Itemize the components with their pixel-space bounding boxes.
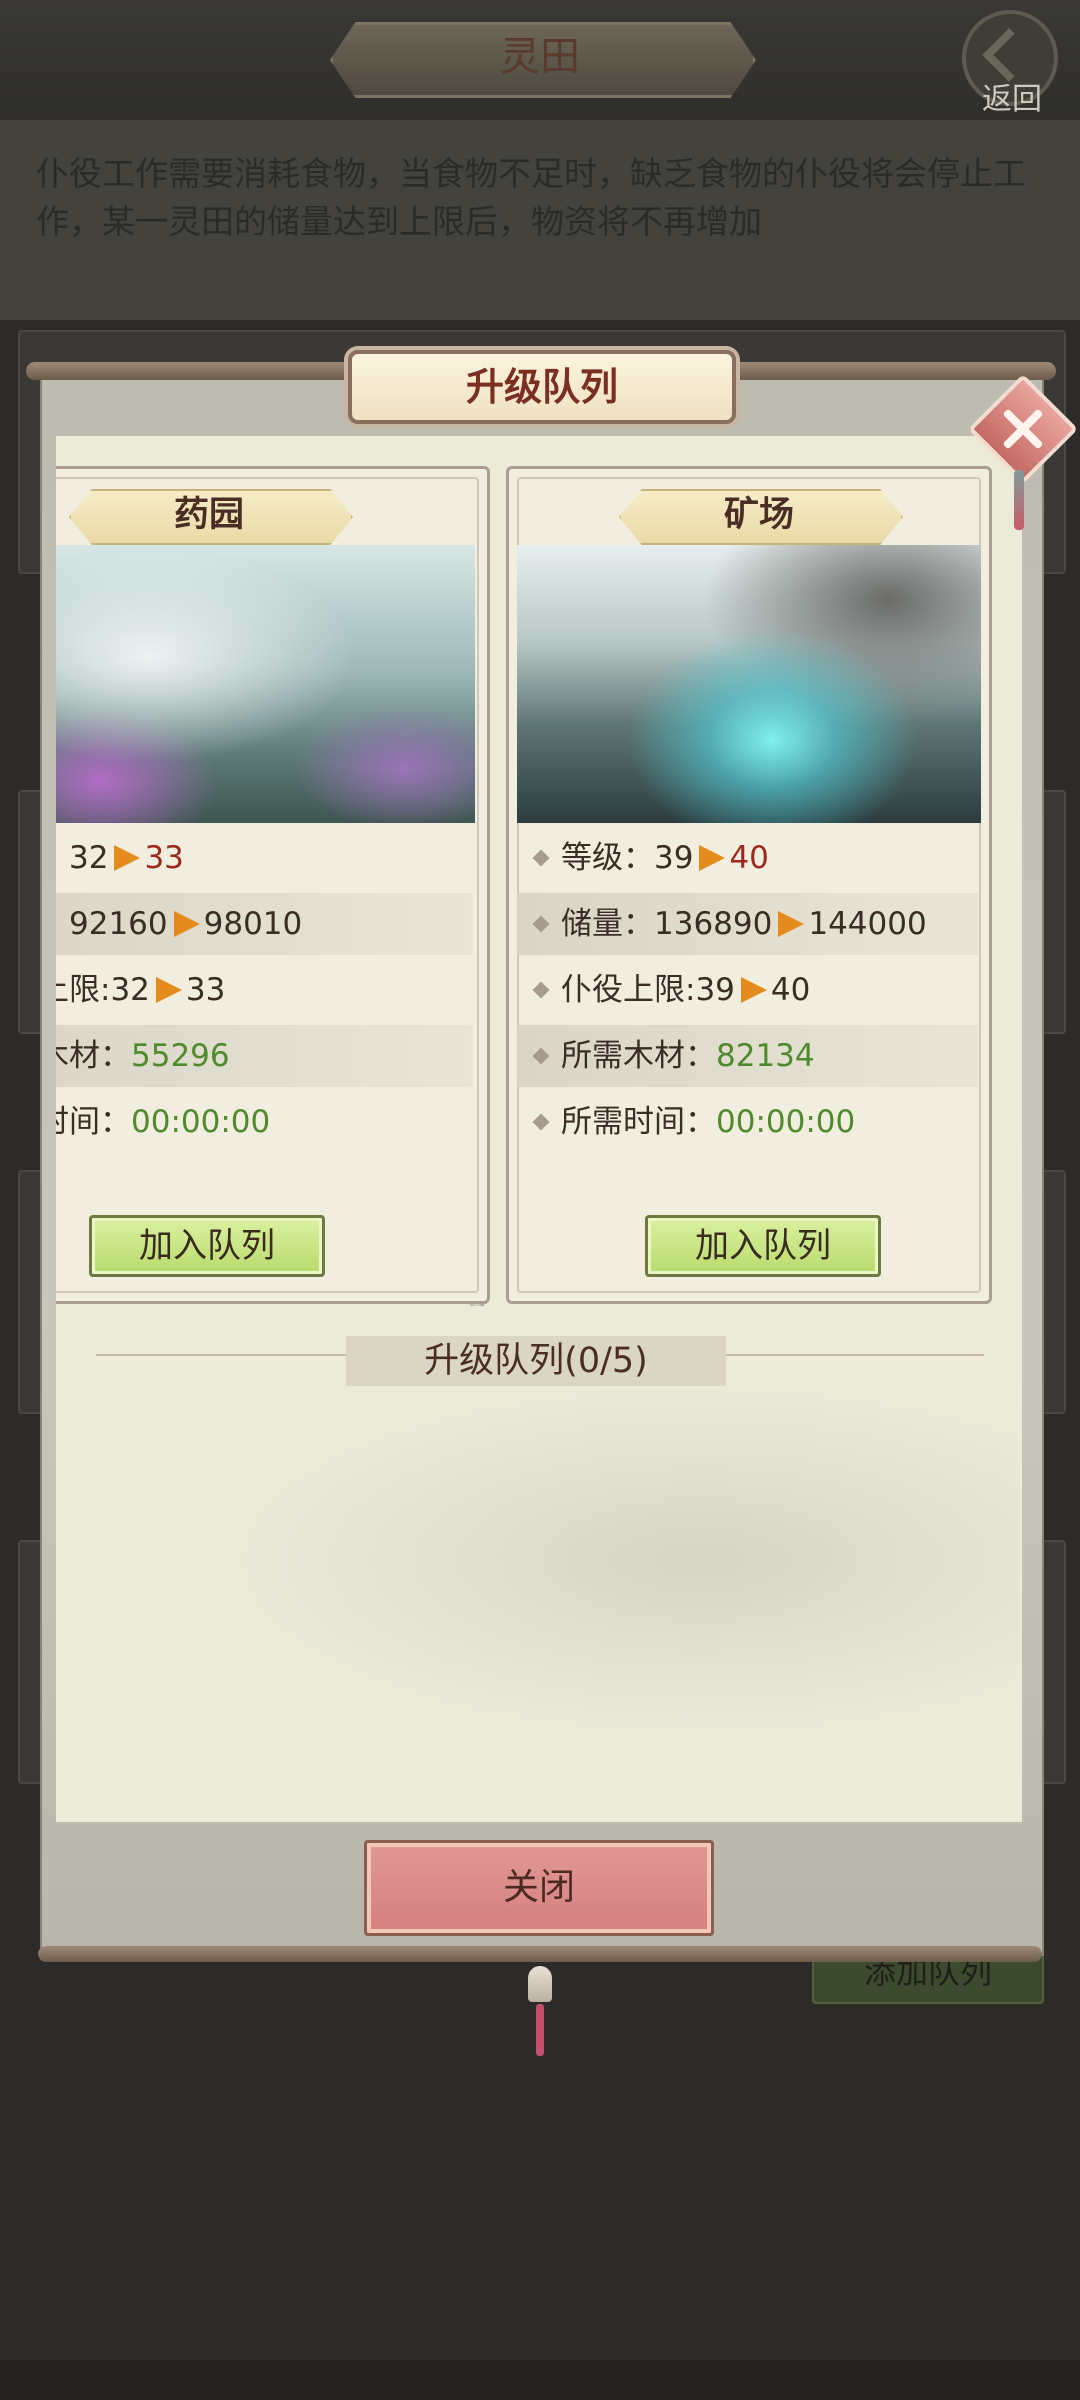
time-cost-label: 需时间： [56,1104,131,1140]
back-label[interactable]: 返回 [972,74,1052,118]
servant-cap-current: 39 [695,972,735,1008]
level-row: 级：32 33 [56,827,473,889]
diamond-bullet-icon [532,849,550,866]
wood-cost-value: 82134 [716,1038,815,1074]
bell-icon [528,1966,552,2002]
storage-label: 储量： [561,906,654,942]
wood-cost-label: 需木材： [56,1038,131,1074]
storage-next: 144000 [808,906,927,942]
servant-cap-row: 役上限:32 33 [56,959,473,1021]
storage-label: 量： [56,906,69,942]
time-cost-row: 需时间：00:00:00 [56,1091,473,1153]
wood-cost-row: 所需木材：82134 [517,1025,981,1087]
arrow-right-icon [778,910,805,937]
diamond-bullet-icon [532,1047,550,1064]
facility-card-mine: 矿场 等级：39 40 储量：136890 144000 仆役上限:39 40 所需木… [506,466,992,1304]
time-cost-label: 所需时间： [561,1104,716,1140]
modal-title: 升级队列 [465,365,618,409]
time-cost-value: 00:00:00 [131,1104,271,1140]
arrow-right-icon [173,910,200,937]
tassel-decoration [536,2004,544,2056]
wood-cost-row: 需木材：55296 [56,1025,473,1087]
storage-current: 136890 [654,906,773,942]
description-text: 仆役工作需要消耗食物，当食物不足时，缺乏食物的仆役将会停止工作，某一灵田的储量达… [36,154,1026,241]
servant-cap-current: 32 [110,972,150,1008]
servant-cap-row: 仆役上限:39 40 [517,959,981,1021]
diamond-bullet-icon [532,1113,550,1130]
arrow-right-icon [155,976,182,1003]
scroll-bottom-rod [38,1946,1042,1962]
card-name: 药园 [173,495,244,535]
wood-cost-value: 55296 [131,1038,230,1074]
arrow-right-icon [740,976,767,1003]
time-cost-row: 所需时间：00:00:00 [517,1091,981,1153]
arrow-right-icon [699,844,726,871]
diamond-bullet-icon [532,981,550,998]
mine-image [517,545,981,823]
servant-cap-next: 40 [770,972,811,1008]
join-queue-button[interactable]: 加入队列 [645,1215,881,1277]
bottom-bar [0,2360,1080,2400]
page-title: 灵田 [500,34,580,80]
facility-card-herb-garden: 药园 级：3233 量：9216098010 役上限:3233 需木材：5529… [56,466,490,1304]
servant-cap-next: 33 [185,972,226,1008]
arrow-right-icon [114,844,141,871]
ink-wash-decoration [220,1380,1020,1740]
storage-row: 储量：136890 144000 [517,893,981,955]
storage-current: 92160 [69,906,168,942]
level-label: 等级： [561,840,654,876]
queue-header: 升级队列(0/5) [424,1341,648,1381]
level-current: 32 [69,840,109,876]
level-row: 等级：39 40 [517,827,981,889]
wood-cost-label: 所需木材： [561,1038,716,1074]
storage-next: 98010 [203,906,303,942]
storage-row: 量：92160 98010 [56,893,473,955]
level-next: 40 [729,840,769,876]
time-cost-value: 00:00:00 [716,1104,856,1140]
servant-cap-label: 役上限: [56,972,111,1008]
level-label: 级： [56,840,69,876]
close-button[interactable]: 关闭 [364,1840,714,1936]
facility-cards-carousel[interactable]: 药园 级：3233 量：9216098010 役上限:3233 需木材：5529… [56,460,1022,1310]
level-next: 33 [144,840,184,876]
herb-garden-image [56,545,475,823]
card-name: 矿场 [723,495,794,535]
join-queue-button[interactable]: 加入队列 [89,1215,325,1277]
servant-cap-label: 仆役上限: [561,972,696,1008]
diamond-bullet-icon [532,915,550,932]
level-current: 39 [654,840,694,876]
